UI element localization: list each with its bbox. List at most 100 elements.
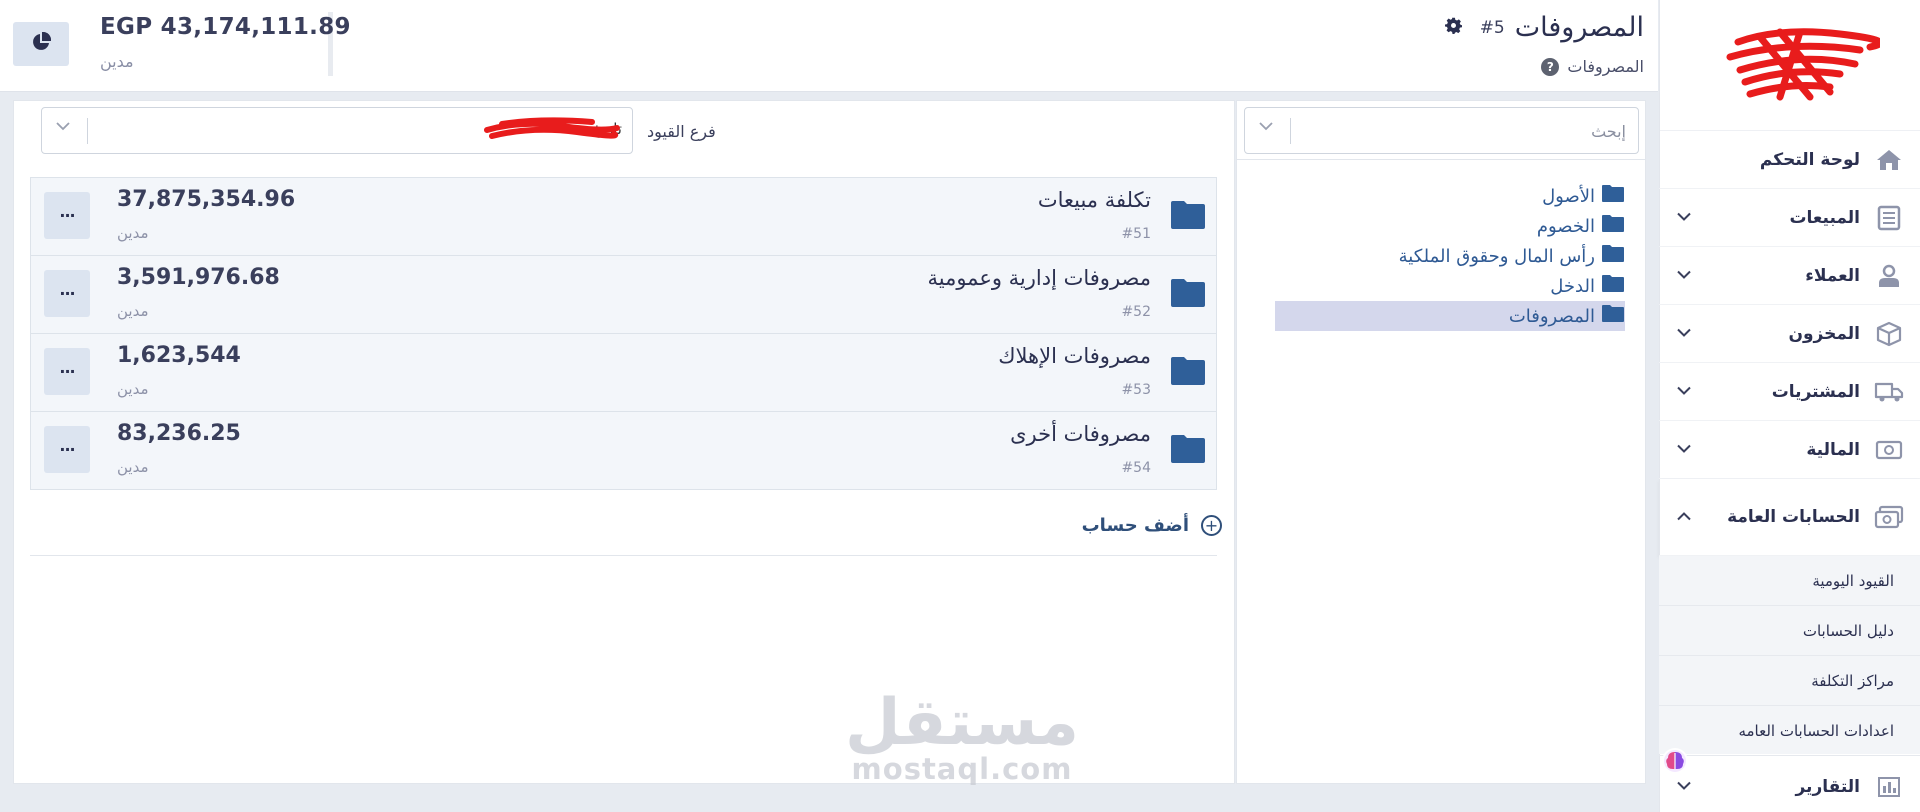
sidebar-item-reports[interactable]: التقارير: [1659, 761, 1920, 812]
money-icon: [1874, 502, 1904, 532]
add-account-button[interactable]: + أضف حساب: [1082, 515, 1222, 536]
tree-item-assets[interactable]: الأصول: [1275, 181, 1625, 211]
breadcrumb-item[interactable]: المصروفات: [1567, 57, 1644, 76]
account-name[interactable]: مصروفات إدارية وعمومية: [927, 266, 1151, 290]
accounts-tree: الأصول الخصوم رأس المال وحقوق الملكية ال…: [1275, 181, 1625, 331]
sidebar-item-label: الحسابات العامة: [1727, 507, 1860, 527]
page-title: المصروفات: [1514, 12, 1644, 43]
balance-summary: EGP 43,174,111.89 مدين: [100, 14, 351, 71]
cash-icon: [1874, 435, 1904, 465]
accounts-table: تكلفة مبيعات #51 37,875,354.96 مدين ··· …: [30, 177, 1217, 490]
search-input[interactable]: [1296, 118, 1626, 144]
balance-amount: EGP 43,174,111.89: [100, 14, 351, 40]
tree-item-liabilities[interactable]: الخصوم: [1275, 211, 1625, 241]
tree-item-equity[interactable]: رأس المال وحقوق الملكية: [1275, 241, 1625, 271]
chevron-up-icon: [1677, 510, 1691, 525]
account-code: #51: [1121, 226, 1151, 242]
sidebar-item-finance[interactable]: المالية: [1659, 421, 1920, 479]
chevron-down-icon[interactable]: [1259, 120, 1273, 135]
tree-item-label: رأس المال وحقوق الملكية: [1398, 245, 1595, 267]
account-name[interactable]: مصروفات أخرى: [1010, 422, 1151, 446]
folder-icon: [1170, 434, 1206, 468]
tree-item-label: الدخل: [1550, 275, 1595, 297]
logo[interactable]: [1660, 0, 1920, 131]
breadcrumb: المصروفات ?: [1541, 57, 1644, 76]
submenu-chart-of-accounts[interactable]: دليل الحسابات: [1659, 606, 1920, 656]
account-row[interactable]: مصروفات إدارية وعمومية #52 3,591,976.68 …: [30, 255, 1217, 334]
watermark-english: mostaql.com: [851, 752, 1073, 786]
more-options-button[interactable]: ···: [44, 348, 90, 395]
sidebar-item-customers[interactable]: العملاء: [1659, 247, 1920, 305]
gear-icon[interactable]: [1444, 17, 1462, 39]
bar-chart-icon: [1874, 772, 1904, 802]
folder-icon: [1601, 214, 1625, 238]
more-options-button[interactable]: ···: [44, 426, 90, 473]
divider: [1290, 118, 1291, 144]
pie-chart-button[interactable]: [13, 22, 69, 66]
chevron-down-icon[interactable]: [56, 120, 70, 135]
chevron-down-icon: [1677, 210, 1691, 225]
tree-item-label: الأصول: [1542, 185, 1595, 207]
branch-select[interactable]: تاريخ: [41, 107, 633, 154]
sidebar-item-dashboard[interactable]: لوحة التحكم: [1659, 131, 1920, 189]
account-code: #53: [1121, 382, 1151, 398]
account-balance: 37,875,354.96: [117, 187, 296, 212]
home-icon: [1874, 145, 1904, 175]
account-balance-type: مدين: [117, 380, 149, 398]
box-icon: [1874, 319, 1904, 349]
redacted-logo-scribble: [1726, 28, 1880, 101]
accounts-tree-panel: الأصول الخصوم رأس المال وحقوق الملكية ال…: [1236, 100, 1646, 784]
sidebar-item-label: المبيعات: [1789, 207, 1860, 228]
account-balance-type: مدين: [117, 302, 149, 320]
chevron-down-icon: [1677, 326, 1691, 341]
account-row[interactable]: مصروفات أخرى #54 83,236.25 مدين ···: [30, 411, 1217, 490]
folder-icon: [1170, 356, 1206, 390]
redaction-scribble: [484, 117, 620, 139]
account-balance-type: مدين: [117, 224, 149, 242]
submenu-journal-entries[interactable]: القيود اليومية: [1659, 556, 1920, 606]
tree-item-label: الخصوم: [1536, 215, 1595, 237]
sidebar: لوحة التحكم المبيعات العملاء المخزون الم…: [1659, 0, 1920, 812]
more-options-button[interactable]: ···: [44, 192, 90, 239]
sidebar-item-general-accounts[interactable]: الحسابات العامة: [1659, 479, 1920, 556]
folder-icon: [1601, 304, 1625, 328]
invoice-icon: [1874, 203, 1904, 233]
account-balance: 1,623,544: [117, 343, 241, 368]
watermark: مستقل mostaql.com: [842, 690, 1082, 786]
sidebar-item-inventory[interactable]: المخزون: [1659, 305, 1920, 363]
account-name[interactable]: تكلفة مبيعات: [1038, 188, 1151, 212]
submenu-general-accounts-settings[interactable]: اعدادات الحسابات العامه: [1659, 706, 1920, 756]
pie-chart-icon: [31, 31, 52, 56]
sidebar-item-label: المشتريات: [1771, 381, 1860, 402]
folder-icon: [1170, 278, 1206, 312]
folder-icon: [1170, 200, 1206, 234]
user-icon: [1874, 261, 1904, 291]
tree-item-label: المصروفات: [1508, 305, 1595, 327]
more-options-button[interactable]: ···: [44, 270, 90, 317]
help-icon[interactable]: ?: [1541, 57, 1560, 76]
account-balance-type: مدين: [117, 458, 149, 476]
chevron-down-icon: [1677, 442, 1691, 457]
sidebar-item-label: المخزون: [1788, 323, 1860, 344]
sidebar-item-label: المالية: [1806, 439, 1860, 460]
branch-filter-label: فرع القيود: [647, 122, 716, 141]
truck-icon: [1874, 377, 1904, 407]
sidebar-item-sales[interactable]: المبيعات: [1659, 189, 1920, 247]
page-header: المصروفات #5 المصروفات ? EGP 43,174,111.…: [0, 0, 1658, 92]
account-row[interactable]: مصروفات الإهلاك #53 1,623,544 مدين ···: [30, 333, 1217, 412]
balance-type: مدين: [100, 52, 134, 71]
tree-search-box[interactable]: [1244, 107, 1639, 154]
sidebar-item-label: التقارير: [1795, 776, 1860, 797]
submenu-cost-centers[interactable]: مراكز التكلفة: [1659, 656, 1920, 706]
record-number: #5: [1479, 17, 1505, 38]
account-code: #52: [1121, 304, 1151, 320]
account-row[interactable]: تكلفة مبيعات #51 37,875,354.96 مدين ···: [30, 177, 1217, 256]
tree-item-income[interactable]: الدخل: [1275, 271, 1625, 301]
account-name[interactable]: مصروفات الإهلاك: [998, 344, 1151, 368]
brain-assistant-icon[interactable]: [1662, 748, 1688, 774]
account-code: #54: [1121, 460, 1151, 476]
tree-item-expenses[interactable]: المصروفات: [1275, 301, 1625, 331]
chevron-down-icon: [1677, 384, 1691, 399]
account-balance: 83,236.25: [117, 421, 241, 446]
sidebar-item-purchases[interactable]: المشتريات: [1659, 363, 1920, 421]
